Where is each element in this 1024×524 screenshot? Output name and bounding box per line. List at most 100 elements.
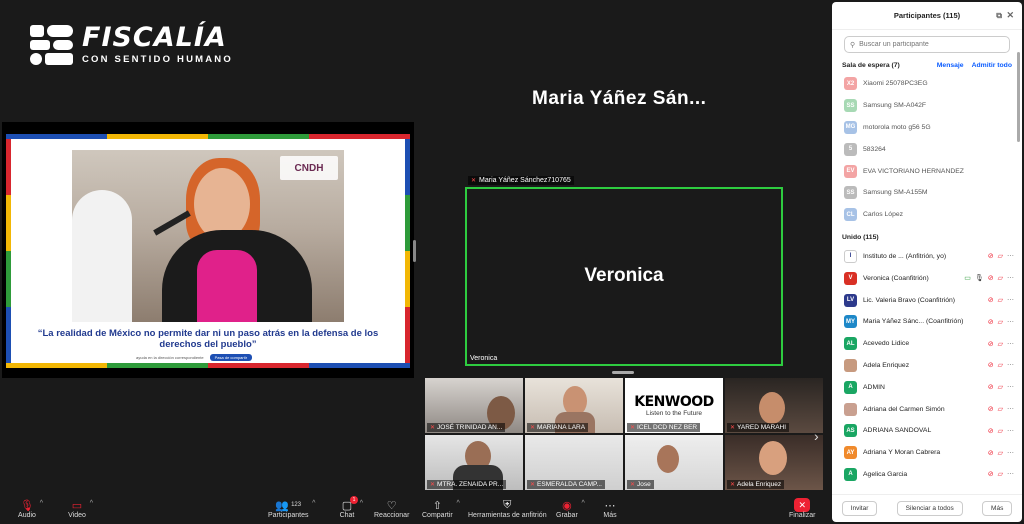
- more-icon[interactable]: ⋯: [1007, 427, 1014, 435]
- share-button[interactable]: ⇧ ^ Compartir: [422, 498, 460, 520]
- slide-quote: “La realidad de México no permite dar ni…: [37, 328, 379, 350]
- admit-all-button[interactable]: Admitir todo: [972, 62, 1012, 69]
- more-icon[interactable]: ⋯: [1007, 252, 1014, 260]
- participant-name: Adriana Y Moran Cabrera: [863, 449, 941, 457]
- more-icon[interactable]: ⋯: [1007, 449, 1014, 457]
- video-off-icon: ▭: [71, 499, 83, 512]
- end-button[interactable]: ✕ Finalizar: [789, 498, 815, 519]
- panel-title: Participantes (115): [893, 11, 961, 20]
- audio-button[interactable]: 🎙 ^ Audio: [18, 498, 43, 520]
- participant-row[interactable]: A ADMIN ⊘ ▱ ⋯: [832, 376, 1022, 398]
- host-tools-button[interactable]: ⛨ Herramientas de anfitrión: [468, 498, 547, 520]
- active-speaker-name: Maria Yáñez Sán...: [532, 88, 707, 109]
- mic-muted-icon: ✕: [730, 482, 736, 488]
- chat-button[interactable]: ▢ 1 ^ Chat: [338, 496, 363, 519]
- fiscalia-logo: FISCALÍA CON SENTIDO HUMANO: [30, 24, 233, 65]
- search-icon: ⚲: [850, 41, 856, 49]
- waiting-message-button[interactable]: Mensaje: [937, 62, 964, 69]
- participant-name: Carlos López: [863, 211, 904, 219]
- participant-search[interactable]: ⚲: [844, 36, 1010, 53]
- participant-row[interactable]: I Instituto de ... (Anfitrión, yo) ⊘ ▱ ⋯: [832, 246, 1022, 268]
- participant-row[interactable]: AL Acevedo Lidice ⊘ ▱ ⋯: [832, 333, 1022, 355]
- waiting-room-title: Sala de espera (7): [842, 61, 900, 69]
- joined-header[interactable]: Unido (115): [832, 230, 1022, 246]
- more-icon[interactable]: ⋯: [1007, 318, 1014, 326]
- close-icon[interactable]: ✕: [1006, 10, 1014, 21]
- waiting-participant-row[interactable]: EV EVA VICTORIANO HERNÁNDEZ: [832, 160, 1022, 182]
- participant-row[interactable]: LV Lic. Valeria Bravo (Coanfitrión) ⊘ ▱ ⋯: [832, 289, 1022, 311]
- panel-scrollbar[interactable]: [1017, 52, 1020, 142]
- gallery-next-icon[interactable]: ›: [814, 428, 819, 444]
- more-icon[interactable]: ⋯: [1007, 383, 1014, 391]
- record-label: Grabar: [556, 512, 578, 519]
- mic-muted-icon: ⊘: [987, 362, 994, 370]
- participants-button[interactable]: 👥 123 ^ Participantes: [268, 498, 315, 520]
- chevron-up-icon[interactable]: ^: [582, 500, 585, 507]
- split-resize-handle[interactable]: [413, 240, 416, 262]
- chevron-up-icon[interactable]: ^: [360, 500, 363, 507]
- more-icon[interactable]: ⋯: [1007, 296, 1014, 304]
- participant-row[interactable]: MY Maria Yáñez Sánc... (Coanfitrión) ⊘ ▱ ⋯: [832, 311, 1022, 333]
- share-screen-icon: ⇧: [432, 499, 442, 512]
- panel-more-button[interactable]: Más: [982, 501, 1013, 516]
- waiting-participant-row[interactable]: MG motorola moto g56 5G: [832, 117, 1022, 139]
- participant-row[interactable]: Adriana del Carmen Simón ⊘ ▱ ⋯: [832, 398, 1022, 420]
- record-button[interactable]: ◉ ^ Grabar: [556, 498, 585, 520]
- avatar: SS: [844, 99, 857, 113]
- waiting-participant-row[interactable]: 5 583264: [832, 138, 1022, 160]
- video-label: Video: [68, 512, 86, 519]
- chevron-up-icon[interactable]: ^: [40, 500, 43, 507]
- mute-all-button[interactable]: Silenciar a todos: [896, 501, 963, 516]
- mic-muted-icon: ⊘: [987, 253, 994, 261]
- gallery-tile[interactable]: KENWOOD Listen to the Future ✕ ICEL DCD N…: [625, 378, 723, 433]
- chevron-up-icon[interactable]: ^: [456, 500, 459, 507]
- close-icon: ✕: [794, 498, 811, 512]
- waiting-participant-row[interactable]: CL Carlos López: [832, 204, 1022, 226]
- mic-muted-icon: ⊘: [987, 471, 994, 479]
- invite-button[interactable]: Invitar: [841, 501, 878, 516]
- gallery-tile[interactable]: ✕ Adela Enriquez: [725, 435, 823, 490]
- avatar: V: [844, 271, 857, 285]
- waiting-participant-row[interactable]: X2 Xiaomi 25078PC3EG: [832, 73, 1022, 95]
- gallery-tile[interactable]: ✕ JOSÉ TRINIDAD AN...: [425, 378, 523, 433]
- participant-name: Acevedo Lidice: [863, 340, 910, 348]
- more-icon[interactable]: ⋯: [1007, 361, 1014, 369]
- audio-label: Audio: [18, 512, 36, 519]
- gallery-tile[interactable]: ✕ ESMERALDA CAMP...: [525, 435, 623, 490]
- more-button[interactable]: ⋯ Más: [601, 498, 619, 520]
- shared-screen[interactable]: CNDH “La realidad de México no permite d…: [2, 122, 414, 378]
- chat-label: Chat: [339, 512, 355, 519]
- more-label: Más: [603, 512, 617, 519]
- video-button[interactable]: ▭ ^ Video: [68, 498, 93, 520]
- waiting-participant-row[interactable]: SS Samsung SM-A042F: [832, 95, 1022, 117]
- chevron-up-icon[interactable]: ^: [312, 500, 315, 507]
- gallery-tile-label: ✕ Adela Enriquez: [727, 480, 785, 489]
- participant-row[interactable]: A Agelica Garcia ⊘ ▱ ⋯: [832, 464, 1022, 486]
- participant-name: Instituto de ... (Anfitrión, yo): [863, 252, 947, 260]
- more-icon[interactable]: ⋯: [1007, 405, 1014, 413]
- waiting-room-header[interactable]: Sala de espera (7) Mensaje Admitir todo: [832, 57, 1022, 73]
- participant-name: Xiaomi 25078PC3EG: [863, 80, 928, 88]
- gallery-tile[interactable]: ✕ MTRA. ZENAIDA PR...: [425, 435, 523, 490]
- participant-row[interactable]: AS ADRIANA SANDOVAL ⊘ ▱ ⋯: [832, 420, 1022, 442]
- participant-row[interactable]: AY Adriana Y Moran Cabrera ⊘ ▱ ⋯: [832, 442, 1022, 464]
- waiting-participant-row[interactable]: SS Samsung SM-A155M: [832, 182, 1022, 204]
- popout-icon[interactable]: ⧉: [996, 11, 1002, 21]
- participant-row[interactable]: Adela Enriquez ⊘ ▱ ⋯: [832, 355, 1022, 377]
- participant-row[interactable]: V Veronica (Coanfitrión) ▭ 🎙 ⊘ ▱ ⋯: [832, 267, 1022, 289]
- avatar: MY: [844, 315, 857, 329]
- slide-footer-text: ayuda en la dirección correspondiente: [136, 355, 204, 360]
- gallery-tile[interactable]: ✕ Jose: [625, 435, 723, 490]
- video-off-icon: ▱: [997, 471, 1003, 479]
- react-button[interactable]: ♡ Reaccionar: [374, 498, 409, 520]
- mic-muted-icon: ⊘: [987, 427, 994, 435]
- gallery-tile[interactable]: ✕ MARIANA LARA: [525, 378, 623, 433]
- speaker-video-tile[interactable]: Veronica Veronica: [465, 187, 783, 366]
- search-input[interactable]: [859, 41, 1000, 48]
- more-icon[interactable]: ⋯: [1007, 470, 1014, 478]
- more-icon[interactable]: ⋯: [1007, 274, 1014, 282]
- more-icon[interactable]: ⋯: [1007, 340, 1014, 348]
- gallery-tile[interactable]: ✕ YARED MARAHI: [725, 378, 823, 433]
- gallery-drag-handle[interactable]: [612, 371, 634, 374]
- chevron-up-icon[interactable]: ^: [90, 500, 93, 507]
